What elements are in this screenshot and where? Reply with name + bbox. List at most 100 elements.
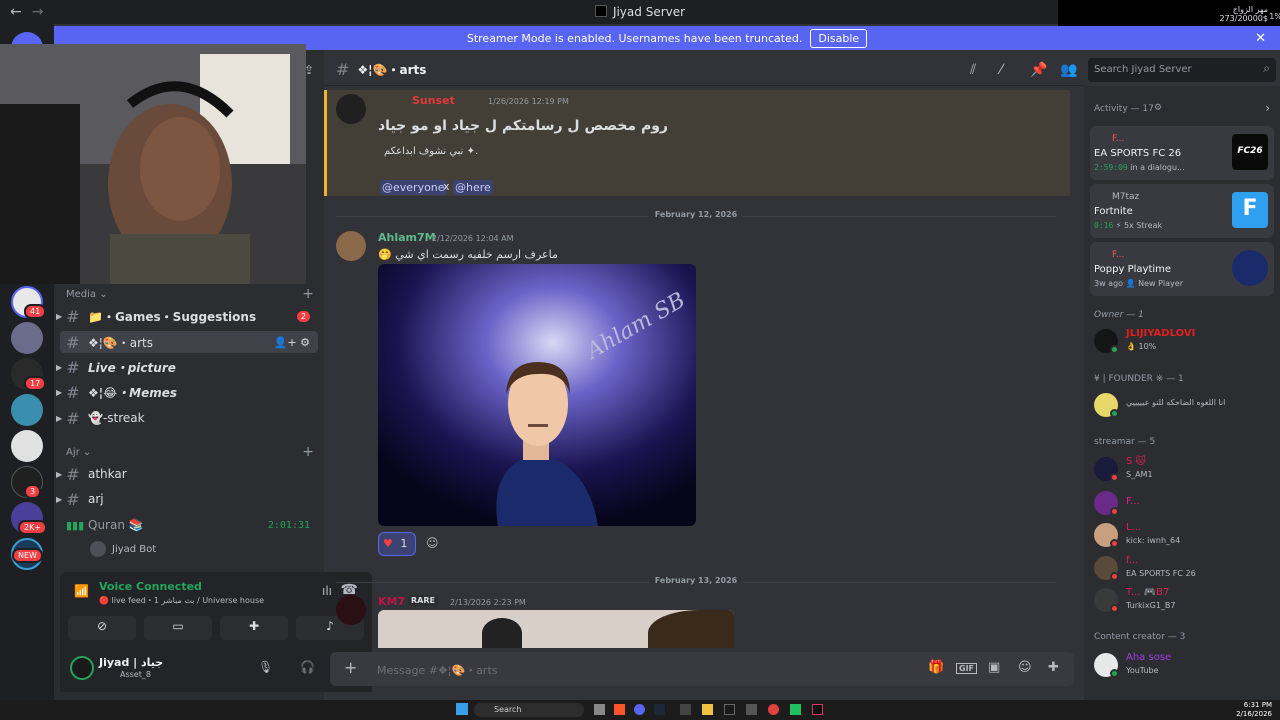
system-clock[interactable]: 6:31 PM 2/16/2026	[1236, 701, 1272, 719]
activity-header[interactable]: Activity — 17	[1094, 104, 1154, 114]
voice-channel-sub[interactable]: 🔴 live feed・بث مباشر 1 / Universe house	[99, 595, 264, 606]
camera-off-button[interactable]: ⊘	[68, 616, 136, 640]
mention-here[interactable]: @here	[453, 180, 493, 195]
reaction-heart[interactable]: ♥ 1	[378, 532, 416, 556]
caret-icon: ▶	[56, 362, 63, 372]
taskbar-app-icon[interactable]	[746, 704, 757, 715]
member-item[interactable]: Aha sose YouTube	[1094, 650, 1274, 680]
taskbar-app-icon[interactable]	[654, 704, 665, 715]
chat-header: ⇪ # ❖¦🎨・arts ⫽ ⁄ 📌 👥	[304, 54, 1084, 86]
member-item[interactable]: S 🐱 S_AM1	[1094, 454, 1274, 484]
taskbar-app-icon[interactable]	[634, 704, 645, 715]
activity-user: F...	[1112, 134, 1125, 144]
settings-icon[interactable]: ⚙	[1154, 103, 1162, 113]
gif-icon[interactable]: GIF	[956, 663, 978, 674]
message-input[interactable]: + Message #❖¦🎨・arts 🎁 GIF ▣ ☺ ✚	[330, 652, 1074, 686]
add-channel-icon[interactable]: +	[302, 286, 314, 302]
headphones-icon[interactable]: 🎧	[300, 660, 315, 674]
channel-games-suggestions[interactable]: ▶ # 📁・Games・Suggestions 2	[56, 305, 318, 327]
bot-name: Jiyad Bot	[112, 543, 157, 555]
category-ajr[interactable]: Ajr ⌄	[66, 447, 91, 458]
mute-icon[interactable]: ⁄	[1000, 62, 1002, 78]
status-dot	[1110, 539, 1119, 548]
activity-card[interactable]: M7taz Fortnite 0:16 ⚡ 5x Streak F	[1090, 184, 1274, 238]
emoji-icon[interactable]: ☺	[1018, 660, 1032, 675]
clock-time: 6:31 PM	[1243, 701, 1272, 709]
close-icon[interactable]: ✕	[1255, 31, 1266, 46]
message-author[interactable]: Sunset	[412, 94, 455, 107]
member-status: S_AM1	[1126, 470, 1153, 479]
server-icon[interactable]	[11, 322, 43, 354]
voice-channel-quran[interactable]: ▮▮▮ Quran 📚 2:01:31	[60, 514, 318, 536]
message-author[interactable]: Ahlam7M	[378, 231, 436, 244]
hash-icon: #	[66, 408, 80, 428]
taskbar-app-icon[interactable]	[812, 704, 823, 715]
search-input[interactable]: Search Jiyad Server ⌕	[1088, 58, 1276, 82]
attached-image[interactable]	[378, 610, 734, 648]
taskbar-search[interactable]: Search	[474, 703, 584, 717]
screenshare-button[interactable]: ▭	[144, 616, 212, 640]
message-list: Sunset 1/26/2026 12:19 PM روم مخصص ل رسا…	[324, 88, 1084, 648]
activity-card[interactable]: F... EA SPORTS FC 26 2:59:09 in a dialog…	[1090, 126, 1274, 180]
pin-icon[interactable]: 📌	[1030, 62, 1047, 78]
server-icon[interactable]	[11, 430, 43, 462]
activity-card[interactable]: F... Poppy Playtime 3w ago 👤 New Player	[1090, 242, 1274, 296]
taskbar-app-icon[interactable]	[768, 704, 779, 715]
message-author[interactable]: KM7	[378, 595, 405, 608]
add-reaction-icon[interactable]: ☺	[426, 536, 439, 550]
disable-button[interactable]: Disable	[810, 28, 868, 48]
member-item[interactable]: JLIJIYADLOVI 👌 10%	[1094, 326, 1274, 356]
sticker-icon[interactable]: ▣	[988, 660, 1000, 675]
avatar[interactable]	[70, 656, 94, 680]
add-channel-icon[interactable]: +	[302, 444, 314, 460]
member-list-icon[interactable]: 👥	[1060, 62, 1077, 78]
message-timestamp: 1/26/2026 12:19 PM	[488, 97, 569, 106]
channel-memes[interactable]: ▶ # ❖¦😂・Memes	[56, 381, 318, 403]
hash-icon: #	[66, 332, 80, 352]
signal-icon: 📶	[74, 584, 89, 598]
mic-icon[interactable]: 🎙	[258, 660, 273, 674]
taskbar-app-icon[interactable]	[614, 704, 625, 715]
activities-button[interactable]: ✚	[220, 616, 288, 640]
gift-icon[interactable]: 🎁	[928, 660, 944, 675]
add-member-icon[interactable]: ⇪	[304, 63, 314, 77]
channel-athkar[interactable]: ▶ # athkar	[56, 463, 318, 485]
taskbar-app-icon[interactable]	[680, 704, 691, 715]
channel-arj[interactable]: ▶ # arj	[56, 488, 318, 510]
voice-connected-label[interactable]: Voice Connected	[99, 580, 202, 593]
member-item[interactable]: L... kick: iwnh_64	[1094, 520, 1274, 550]
new-badge: NEW	[12, 548, 43, 563]
mention-separator: x	[443, 180, 450, 193]
server-icon[interactable]	[11, 394, 43, 426]
member-item[interactable]: انا اللغوه الضاحكه للتو عيييييي	[1094, 390, 1274, 420]
taskbar-app-icon[interactable]	[702, 704, 713, 715]
add-attachment-icon[interactable]: +	[344, 658, 357, 677]
mention-everyone[interactable]: @everyone	[380, 180, 447, 195]
threads-icon[interactable]: ⫽	[970, 62, 976, 78]
image-shape	[482, 618, 522, 648]
hash-icon: #	[66, 382, 80, 402]
channel-label: arj	[88, 492, 104, 506]
taskbar-app-icon[interactable]	[790, 704, 801, 715]
avatar[interactable]	[336, 231, 366, 261]
hash-icon: #	[66, 306, 80, 326]
category-media[interactable]: Media ⌄	[66, 289, 108, 300]
voice-timer: 2:01:31	[267, 519, 310, 531]
channel-streak[interactable]: ▶ # 👻-streak	[56, 407, 318, 429]
channel-live-picture[interactable]: ▶ # Live・picture	[56, 356, 318, 378]
apps-icon[interactable]: ✚	[1048, 660, 1059, 675]
user-name[interactable]: Jiyad | جياد	[99, 656, 163, 669]
taskbar-app-icon[interactable]	[724, 704, 735, 715]
chevron-right-icon[interactable]: ›	[1265, 101, 1270, 115]
member-item[interactable]: f... EA SPORTS FC 26	[1094, 553, 1274, 583]
channel-arts[interactable]: # ❖¦🎨・arts 👤+ ⚙	[60, 331, 318, 353]
member-item[interactable]: F...	[1094, 488, 1274, 518]
avatar[interactable]	[336, 595, 366, 625]
taskbar-app-icon[interactable]	[594, 704, 605, 715]
artwork-image[interactable]: Ahlam SB	[378, 264, 696, 526]
channel-settings-icons[interactable]: 👤+ ⚙	[274, 336, 310, 349]
avatar[interactable]	[336, 94, 366, 124]
member-item[interactable]: T... 🎮B7 TurkixG1_B7	[1094, 585, 1274, 615]
windows-start-icon[interactable]	[456, 703, 468, 715]
voice-member-bot[interactable]: Jiyad Bot	[84, 538, 284, 560]
